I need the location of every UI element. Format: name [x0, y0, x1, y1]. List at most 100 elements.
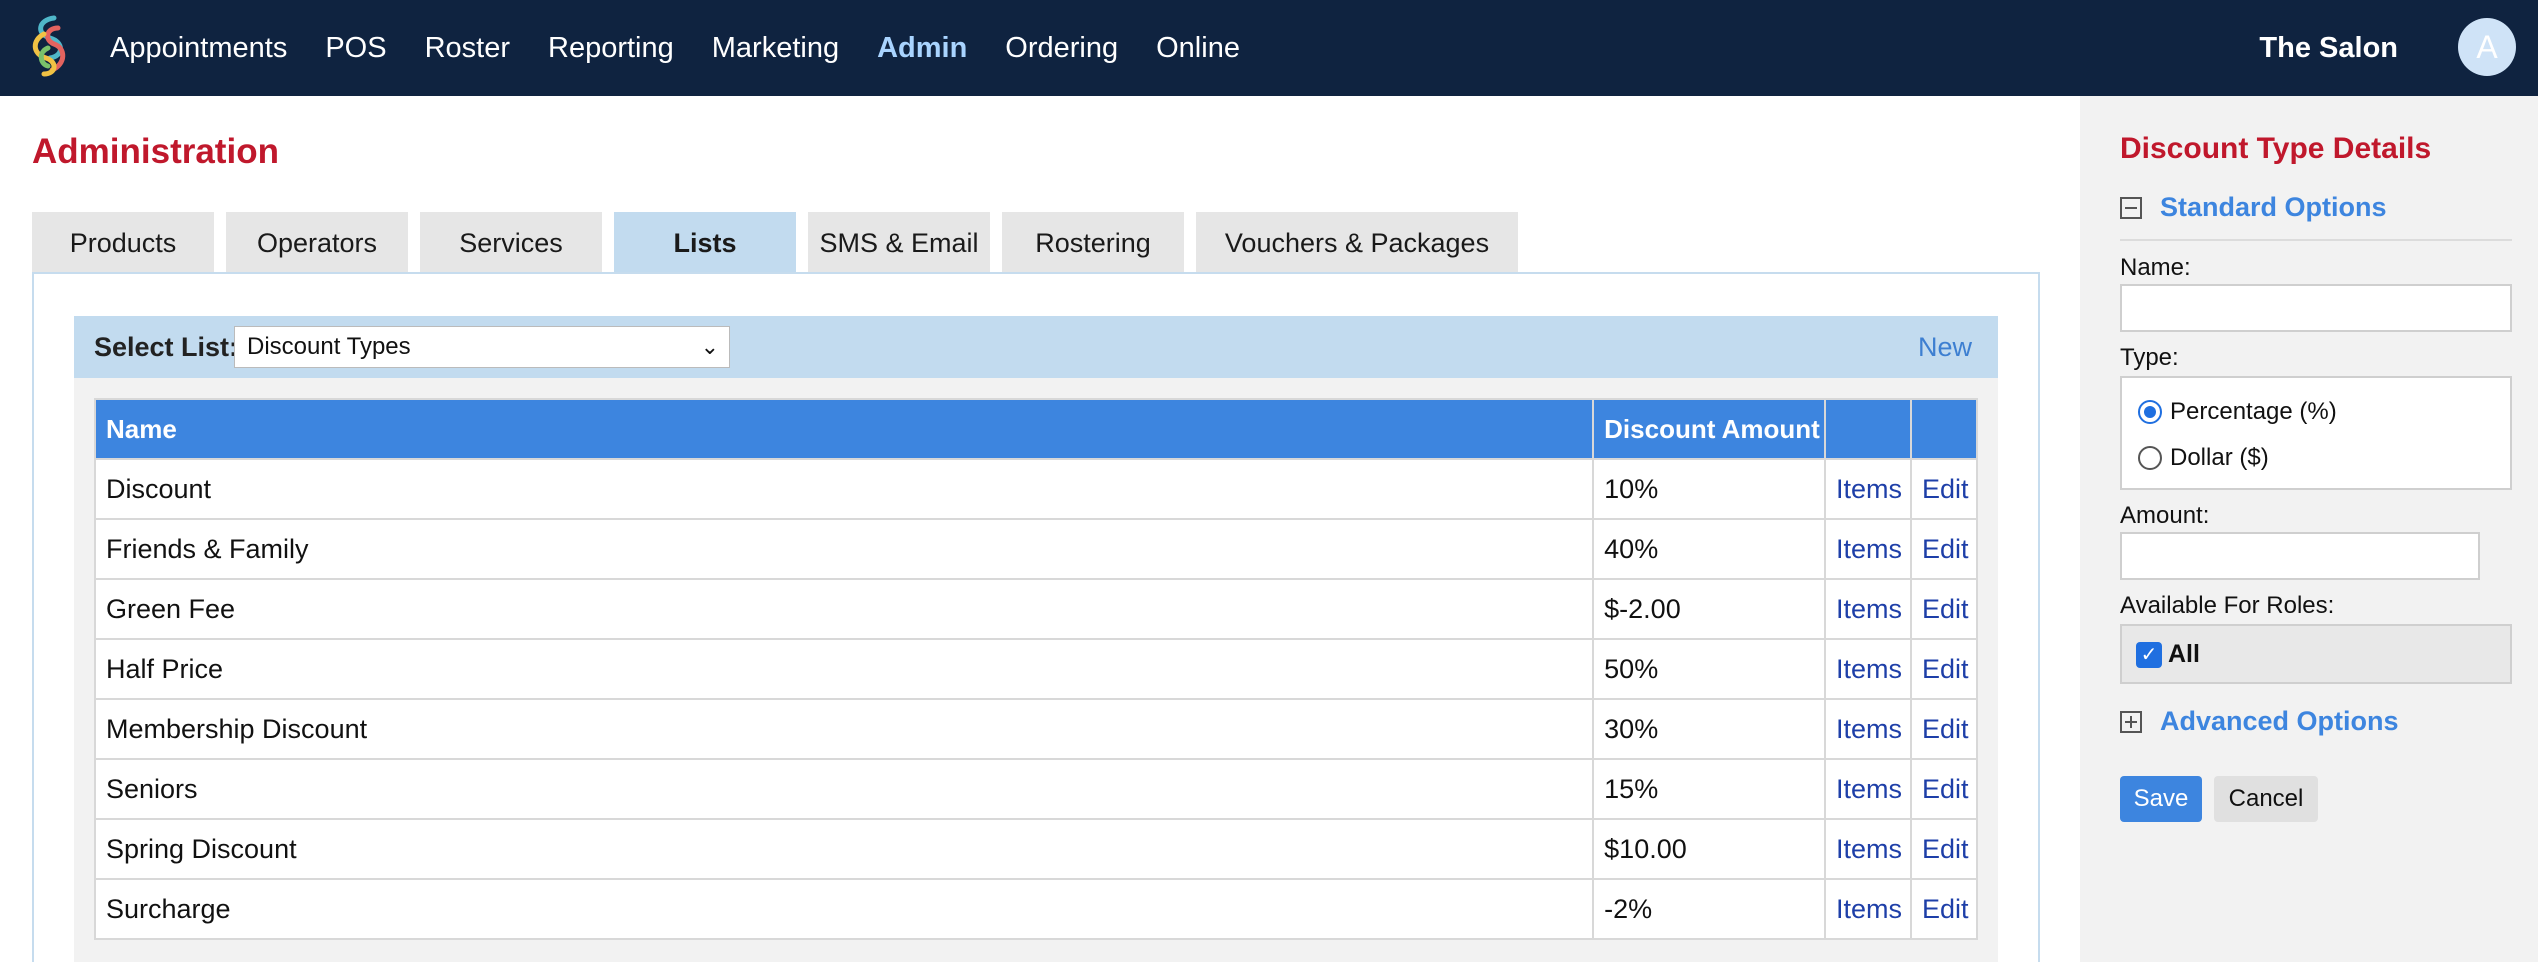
- row-name: Friends & Family: [93, 518, 1595, 580]
- table-header-row: Name Discount Amount: [93, 398, 1979, 460]
- row-name: Spring Discount: [93, 818, 1595, 880]
- main-nav: Appointments POS Roster Reporting Market…: [110, 0, 1278, 96]
- row-name: Green Fee: [93, 578, 1595, 640]
- collapse-icon: [2120, 196, 2142, 219]
- column-header-discount-amount: Discount Amount: [1592, 398, 1826, 460]
- nav-marketing[interactable]: Marketing: [712, 32, 839, 65]
- section-divider: [2120, 239, 2512, 241]
- row-amount: 15%: [1592, 758, 1826, 820]
- tab-lists[interactable]: Lists: [614, 212, 796, 274]
- edit-link[interactable]: Edit: [1909, 878, 1979, 940]
- table-row: Half Price 50% Items Edit: [93, 638, 1979, 700]
- edit-link[interactable]: Edit: [1909, 578, 1979, 640]
- tab-products[interactable]: Products: [32, 212, 214, 274]
- row-name: Half Price: [93, 638, 1595, 700]
- edit-link[interactable]: Edit: [1909, 818, 1979, 880]
- top-nav-bar: Appointments POS Roster Reporting Market…: [0, 0, 2538, 96]
- nav-roster[interactable]: Roster: [425, 32, 510, 65]
- app-logo-icon[interactable]: [24, 14, 78, 78]
- tab-rostering[interactable]: Rostering: [1002, 212, 1184, 274]
- items-link[interactable]: Items: [1824, 518, 1912, 580]
- edit-link[interactable]: Edit: [1909, 458, 1979, 520]
- table-row: Membership Discount 30% Items Edit: [93, 698, 1979, 760]
- row-amount: $-2.00: [1592, 578, 1826, 640]
- table-row: Discount 10% Items Edit: [93, 458, 1979, 520]
- save-button[interactable]: Save: [2120, 776, 2202, 822]
- tab-vouchers-packages[interactable]: Vouchers & Packages: [1196, 212, 1518, 274]
- nav-reporting[interactable]: Reporting: [548, 32, 674, 65]
- cancel-button[interactable]: Cancel: [2214, 776, 2318, 822]
- advanced-options-toggle[interactable]: Advanced Options: [2120, 706, 2399, 737]
- type-option-percentage[interactable]: Percentage (%): [2138, 398, 2337, 426]
- column-header-edit: [1909, 398, 1979, 460]
- tab-operators[interactable]: Operators: [226, 212, 408, 274]
- type-option-label: Percentage (%): [2170, 398, 2337, 425]
- type-radio-group: Percentage (%) Dollar ($): [2120, 376, 2512, 490]
- table-row: Friends & Family 40% Items Edit: [93, 518, 1979, 580]
- type-option-dollar[interactable]: Dollar ($): [2138, 444, 2269, 472]
- advanced-options-label: Advanced Options: [2160, 706, 2399, 736]
- page-title: Administration: [32, 132, 279, 171]
- nav-pos[interactable]: POS: [325, 32, 386, 65]
- nav-online[interactable]: Online: [1156, 32, 1240, 65]
- role-all-label: All: [2168, 640, 2200, 668]
- discount-type-details-panel: Discount Type Details Standard Options N…: [2080, 96, 2538, 962]
- admin-tabs: Products Operators Services Lists SMS & …: [32, 212, 1530, 274]
- select-list-label: Select List:: [94, 332, 239, 362]
- row-amount: 40%: [1592, 518, 1826, 580]
- column-header-name: Name: [93, 398, 1595, 460]
- row-name: Seniors: [93, 758, 1595, 820]
- role-all-checkbox[interactable]: ✓ All: [2136, 640, 2200, 669]
- edit-link[interactable]: Edit: [1909, 638, 1979, 700]
- type-option-label: Dollar ($): [2170, 444, 2269, 471]
- new-link[interactable]: New: [1918, 316, 1972, 378]
- user-avatar[interactable]: A: [2458, 18, 2516, 76]
- standard-options-label: Standard Options: [2160, 192, 2387, 222]
- edit-link[interactable]: Edit: [1909, 758, 1979, 820]
- row-name: Surcharge: [93, 878, 1595, 940]
- items-link[interactable]: Items: [1824, 878, 1912, 940]
- tab-services[interactable]: Services: [420, 212, 602, 274]
- items-link[interactable]: Items: [1824, 578, 1912, 640]
- tab-sms-email[interactable]: SMS & Email: [808, 212, 990, 274]
- edit-link[interactable]: Edit: [1909, 518, 1979, 580]
- name-label: Name:: [2120, 254, 2191, 281]
- table-row: Spring Discount $10.00 Items Edit: [93, 818, 1979, 880]
- select-list-value: Discount Types: [247, 333, 411, 360]
- nav-appointments[interactable]: Appointments: [110, 32, 287, 65]
- items-link[interactable]: Items: [1824, 818, 1912, 880]
- radio-selected-icon: [2138, 400, 2162, 424]
- chevron-down-icon: ⌄: [700, 334, 719, 359]
- amount-field[interactable]: [2120, 532, 2480, 580]
- items-link[interactable]: Items: [1824, 458, 1912, 520]
- name-field[interactable]: [2120, 284, 2512, 332]
- table-row: Seniors 15% Items Edit: [93, 758, 1979, 820]
- items-link[interactable]: Items: [1824, 758, 1912, 820]
- checkmark-icon: ✓: [2136, 641, 2162, 668]
- standard-options-toggle[interactable]: Standard Options: [2120, 192, 2387, 223]
- table-row: Surcharge -2% Items Edit: [93, 878, 1979, 940]
- column-header-items: [1824, 398, 1912, 460]
- items-link[interactable]: Items: [1824, 638, 1912, 700]
- table-row: Green Fee $-2.00 Items Edit: [93, 578, 1979, 640]
- select-list-dropdown[interactable]: Discount Types ⌄: [234, 326, 730, 368]
- row-amount: 10%: [1592, 458, 1826, 520]
- row-amount: -2%: [1592, 878, 1826, 940]
- table-container: Name Discount Amount Discount 10% Items …: [74, 378, 1998, 962]
- select-list-bar: Select List: Discount Types ⌄ New: [74, 316, 1998, 378]
- salon-name[interactable]: The Salon: [2259, 0, 2398, 96]
- edit-link[interactable]: Edit: [1909, 698, 1979, 760]
- row-name: Membership Discount: [93, 698, 1595, 760]
- nav-admin[interactable]: Admin: [877, 32, 967, 65]
- amount-label: Amount:: [2120, 502, 2210, 529]
- row-amount: $10.00: [1592, 818, 1826, 880]
- type-label: Type:: [2120, 344, 2179, 371]
- nav-ordering[interactable]: Ordering: [1005, 32, 1118, 65]
- panel-title: Discount Type Details: [2120, 132, 2432, 165]
- expand-icon: [2120, 710, 2142, 733]
- row-name: Discount: [93, 458, 1595, 520]
- items-link[interactable]: Items: [1824, 698, 1912, 760]
- row-amount: 30%: [1592, 698, 1826, 760]
- roles-label: Available For Roles:: [2120, 592, 2335, 619]
- radio-unselected-icon: [2138, 446, 2162, 470]
